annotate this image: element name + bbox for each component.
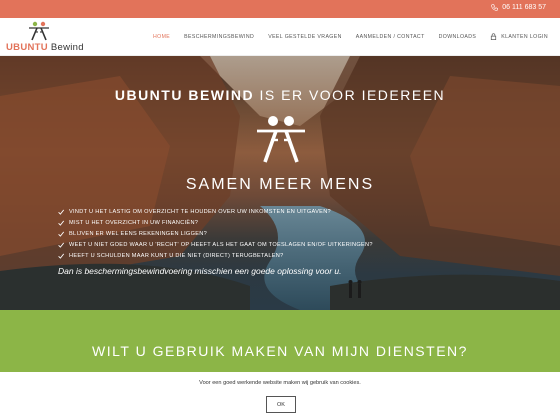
cookie-ok-button[interactable]: OK (266, 396, 296, 413)
check-text: BLIJVEN ER WEL EENS REKENINGEN LIGGEN? (69, 230, 208, 237)
nav-item-faq[interactable]: VEEL GESTELDE VRAGEN (268, 34, 342, 40)
logo-brand-sub: Bewind (47, 42, 84, 53)
cookie-banner: Voor een goed werkende website maken wij… (0, 372, 560, 420)
logo-brand-main: UBUNTU (6, 42, 48, 53)
nav-item-home[interactable]: HOME (153, 34, 170, 40)
phone-icon (491, 4, 499, 11)
check-text: WEET U NIET GOED WAAR U 'RECHT' OP HEEFT… (69, 241, 373, 248)
hero-note: Dan is beschermingsbewindvoering misschi… (58, 266, 342, 276)
nav-item-contact[interactable]: AANMELDEN / CONTACT (356, 34, 425, 40)
nav-item-login[interactable]: KLANTEN LOGIN (490, 33, 548, 40)
list-item: HEEFT U SCHULDEN MAAR KUNT U DIE NIET (D… (58, 250, 373, 261)
nav-item-downloads[interactable]: DOWNLOADS (439, 34, 477, 40)
logo-text: UBUNTU Bewind (6, 42, 84, 53)
hero-title-rest: IS ER VOOR IEDEREEN (254, 87, 446, 103)
hero-section: UBUNTU BEWIND IS ER VOOR IEDEREEN SAMEN … (0, 56, 560, 310)
cookie-message: Voor een goed werkende website maken wij… (199, 380, 361, 386)
check-icon (58, 253, 64, 259)
check-text: HEEFT U SCHULDEN MAAR KUNT U DIE NIET (D… (69, 252, 284, 259)
site-logo[interactable]: UBUNTU Bewind (6, 21, 84, 53)
nav-item-beschermingsbewind[interactable]: BESCHERMINGSBEWIND (184, 34, 254, 40)
main-nav: HOME BESCHERMINGSBEWIND VEEL GESTELDE VR… (139, 33, 548, 40)
check-text: VINDT U HET LASTIG OM OVERZICHT TE HOUDE… (69, 208, 331, 215)
list-item: BLIJVEN ER WEL EENS REKENINGEN LIGGEN? (58, 228, 373, 239)
hero-title-strong: UBUNTU BEWIND (114, 87, 255, 103)
hero-title: UBUNTU BEWIND IS ER VOOR IEDEREEN (0, 87, 560, 103)
cta-question: WILT U GEBRUIK MAKEN VAN MIJN DIENSTEN? (92, 343, 468, 359)
check-icon (58, 231, 64, 237)
check-icon (58, 209, 64, 215)
hero-checklist: VINDT U HET LASTIG OM OVERZICHT TE HOUDE… (58, 206, 373, 261)
ubuntu-people-icon (29, 21, 49, 41)
check-icon (58, 220, 64, 226)
phone-number: 06 111 683 57 (502, 4, 546, 11)
top-bar: 06 111 683 57 (0, 0, 560, 18)
list-item: WEET U NIET GOED WAAR U 'RECHT' OP HEEFT… (58, 239, 373, 250)
lock-icon (491, 33, 497, 40)
login-label: KLANTEN LOGIN (501, 33, 548, 40)
hero-slogan: SAMEN MEER MENS (185, 176, 375, 193)
check-icon (58, 242, 64, 248)
check-text: MIST U HET OVERZICHT IN UW FINANCIËN? (69, 219, 199, 226)
phone-link[interactable]: 06 111 683 57 (491, 4, 546, 11)
ubuntu-people-large-icon (257, 116, 305, 163)
list-item: MIST U HET OVERZICHT IN UW FINANCIËN? (58, 217, 373, 228)
cta-section: WILT U GEBRUIK MAKEN VAN MIJN DIENSTEN? (0, 310, 560, 372)
header: UBUNTU Bewind HOME BESCHERMINGSBEWIND VE… (0, 18, 560, 56)
list-item: VINDT U HET LASTIG OM OVERZICHT TE HOUDE… (58, 206, 373, 217)
